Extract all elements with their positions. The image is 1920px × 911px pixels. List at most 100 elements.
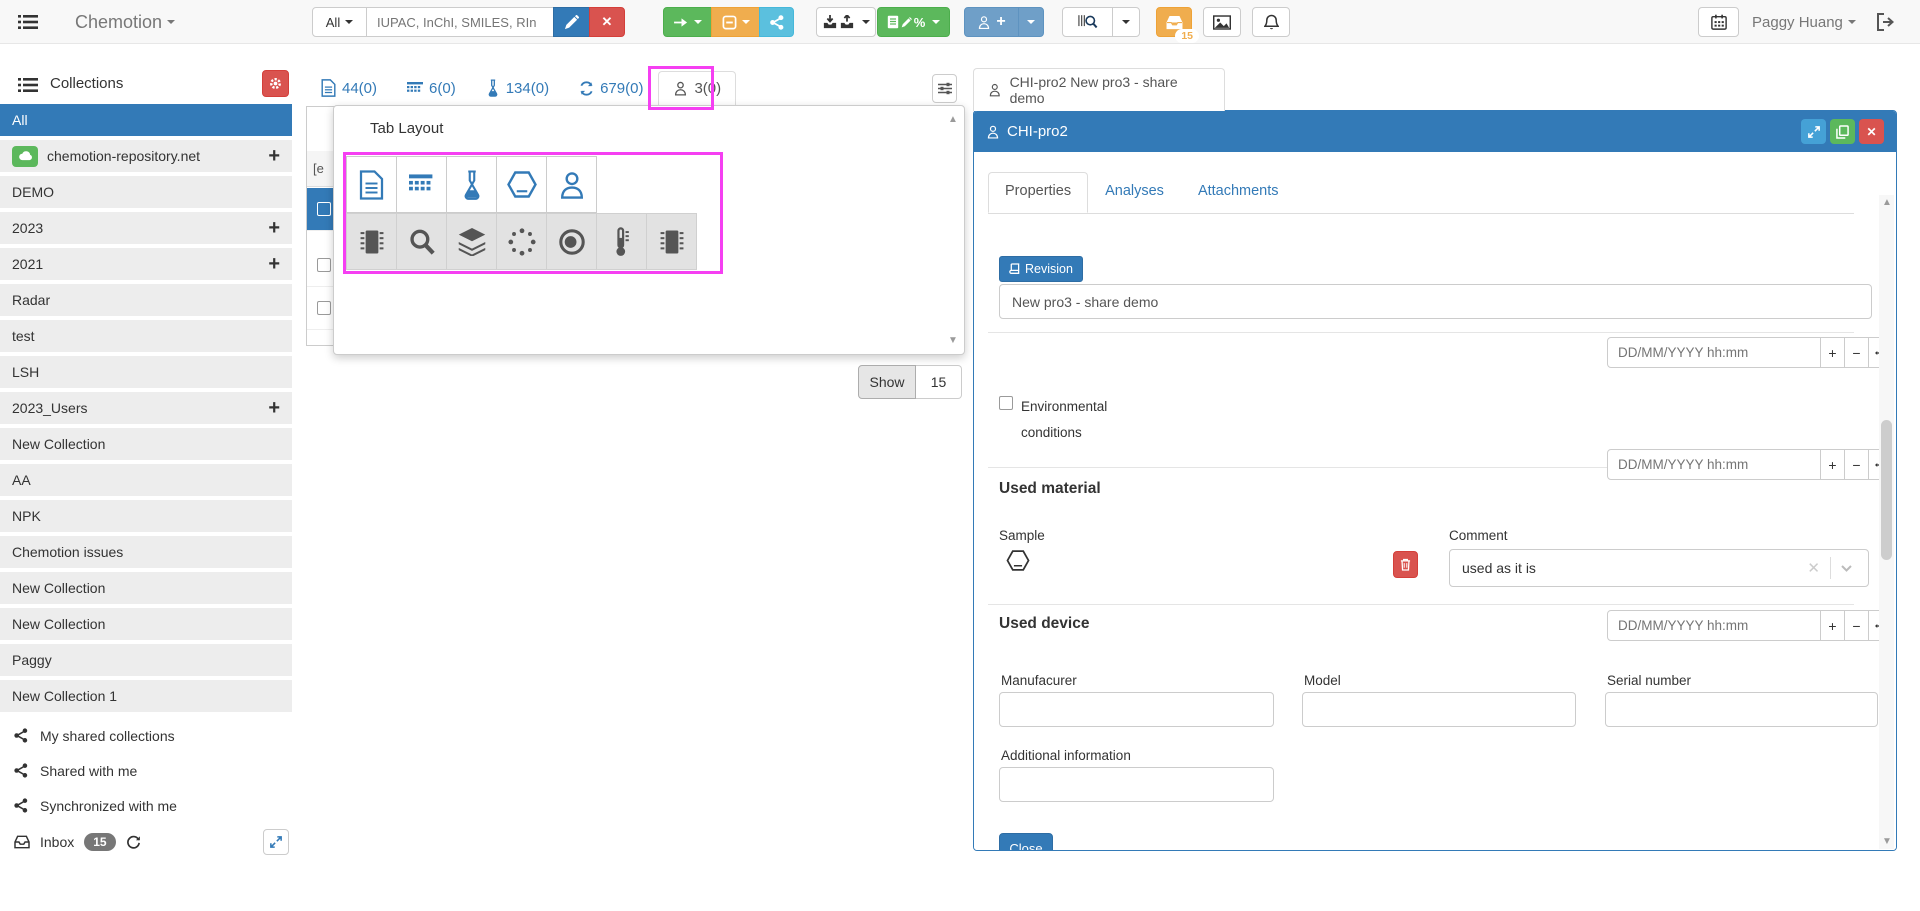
row-checkbox[interactable] (317, 301, 331, 315)
inbox-row[interactable]: Inbox 15 (0, 824, 292, 859)
hexagon-icon[interactable] (1006, 550, 1030, 571)
export-collection-button[interactable] (663, 7, 712, 37)
layout-item-chip[interactable] (346, 213, 397, 270)
collection-item[interactable]: All (0, 104, 292, 138)
layout-item-person[interactable] (546, 156, 597, 213)
calendar-button[interactable] (1698, 7, 1739, 37)
serial-number-input[interactable] (1605, 692, 1878, 727)
close-panel-button[interactable]: ✕ (1859, 119, 1884, 144)
collection-item[interactable]: 2023+ (0, 212, 292, 246)
shared-with-me-link[interactable]: Shared with me (0, 753, 292, 788)
layout-item-grid[interactable] (396, 156, 447, 213)
collection-item[interactable]: NPK (0, 500, 292, 534)
revision-button[interactable]: Revision (999, 256, 1083, 282)
layout-item-document[interactable] (346, 156, 397, 213)
tab-analyses[interactable]: Analyses (1088, 172, 1181, 213)
tab-screen[interactable]: 679(0) (564, 71, 658, 106)
tab-documents[interactable]: 44(0) (306, 70, 392, 106)
add-person-caret-button[interactable] (1018, 7, 1044, 37)
collection-item[interactable]: LSH (0, 356, 292, 390)
show-button[interactable]: Show (858, 365, 916, 399)
collection-item[interactable]: Radar (0, 284, 292, 318)
layout-item-thermometer[interactable] (596, 213, 647, 270)
env-conditions-checkbox[interactable] (999, 396, 1013, 410)
layout-item-magnifier[interactable] (396, 213, 447, 270)
collection-item[interactable]: New Collection (0, 608, 292, 642)
layout-item-target[interactable] (546, 213, 597, 270)
detail-tab[interactable]: CHI-pro2 New pro3 - share demo (973, 68, 1225, 111)
barcode-caret-button[interactable] (1112, 7, 1140, 37)
additional-information-input[interactable] (999, 767, 1274, 802)
remove-field-button[interactable]: − (1844, 610, 1869, 641)
add-field-button[interactable]: + (1820, 337, 1845, 368)
clear-search-button[interactable]: ✕ (589, 7, 625, 37)
panel-scrollbar[interactable]: ▲ ▼ (1879, 195, 1894, 849)
plan-name-input[interactable] (999, 284, 1872, 319)
remove-collection-button[interactable] (711, 7, 760, 37)
notifications-button[interactable] (1252, 7, 1290, 37)
datetime-input[interactable] (1607, 337, 1821, 368)
datetime-input[interactable] (1607, 610, 1821, 641)
my-shared-collections-link[interactable]: My shared collections (0, 718, 292, 753)
add-person-button[interactable]: + (964, 7, 1019, 37)
scrollbar-thumb[interactable] (1881, 420, 1892, 560)
scroll-up-icon[interactable]: ▲ (1882, 197, 1892, 208)
collection-item[interactable]: AA (0, 464, 292, 498)
collection-item[interactable]: Paggy (0, 644, 292, 678)
collection-item[interactable]: New Collection 1 (0, 680, 292, 714)
collection-item[interactable]: 2023_Users+ (0, 392, 292, 426)
datetime-input[interactable] (1607, 449, 1821, 480)
copy-button[interactable] (1830, 119, 1855, 144)
add-field-button[interactable]: + (1820, 610, 1845, 641)
layout-item-chip-2[interactable] (646, 213, 697, 270)
delete-sample-button[interactable] (1393, 551, 1418, 578)
layout-item-layers[interactable] (446, 213, 497, 270)
collection-item[interactable]: test (0, 320, 292, 354)
inbox-expand-button[interactable] (263, 829, 289, 855)
inbox-button[interactable]: 15 (1156, 7, 1192, 37)
collection-item[interactable]: chemotion-repository.net + (0, 140, 292, 174)
search-input[interactable] (366, 7, 554, 37)
layout-item-dotted-circle[interactable] (496, 213, 547, 270)
tab-attachments[interactable]: Attachments (1181, 172, 1296, 213)
add-field-button[interactable]: + (1820, 449, 1845, 480)
search-scope-button[interactable]: All (312, 7, 367, 37)
row-checkbox[interactable] (317, 258, 331, 272)
close-button[interactable]: Close (999, 833, 1053, 851)
sidebar-toggle-button[interactable] (18, 7, 38, 37)
sample-image-button[interactable] (1203, 7, 1241, 37)
page-size-input[interactable] (916, 365, 962, 399)
manufacturer-input[interactable] (999, 692, 1274, 727)
share-button[interactable] (759, 7, 794, 37)
structure-search-button[interactable] (553, 7, 590, 37)
remove-field-button[interactable]: − (1844, 449, 1869, 480)
tab-properties[interactable]: Properties (988, 172, 1088, 213)
tab-grid[interactable]: 6(0) (392, 71, 471, 106)
remove-field-button[interactable]: − (1844, 337, 1869, 368)
scroll-up-icon[interactable]: ▲ (946, 114, 960, 125)
tab-research-plan[interactable]: 3(0) (658, 71, 736, 106)
model-input[interactable] (1302, 692, 1576, 727)
tab-layout-toggle-button[interactable] (932, 74, 957, 103)
collection-item[interactable]: Chemotion issues (0, 536, 292, 570)
scroll-down-icon[interactable]: ▼ (946, 335, 960, 346)
fullscreen-button[interactable] (1801, 119, 1826, 144)
chevron-down-icon[interactable] (1831, 565, 1856, 572)
tab-flask[interactable]: 134(0) (471, 70, 564, 106)
add-subcollection-button[interactable]: + (268, 398, 280, 418)
refresh-icon[interactable] (126, 834, 141, 849)
collection-item[interactable]: DEMO (0, 176, 292, 210)
barcode-search-button[interactable] (1062, 7, 1113, 37)
scroll-down-icon[interactable]: ▼ (1882, 836, 1892, 847)
brand-menu[interactable]: Chemotion (75, 7, 175, 37)
layout-item-flask[interactable] (446, 156, 497, 213)
synchronized-with-me-link[interactable]: Synchronized with me (0, 788, 292, 823)
manage-collections-button[interactable] (262, 70, 289, 97)
report-button[interactable]: % (877, 7, 950, 37)
add-subcollection-button[interactable]: + (268, 254, 280, 274)
collection-item[interactable]: 2021+ (0, 248, 292, 282)
add-subcollection-button[interactable]: + (268, 218, 280, 238)
row-checkbox[interactable] (317, 202, 331, 216)
user-menu[interactable]: Paggy Huang (1752, 7, 1856, 37)
add-subcollection-button[interactable]: + (268, 146, 280, 166)
